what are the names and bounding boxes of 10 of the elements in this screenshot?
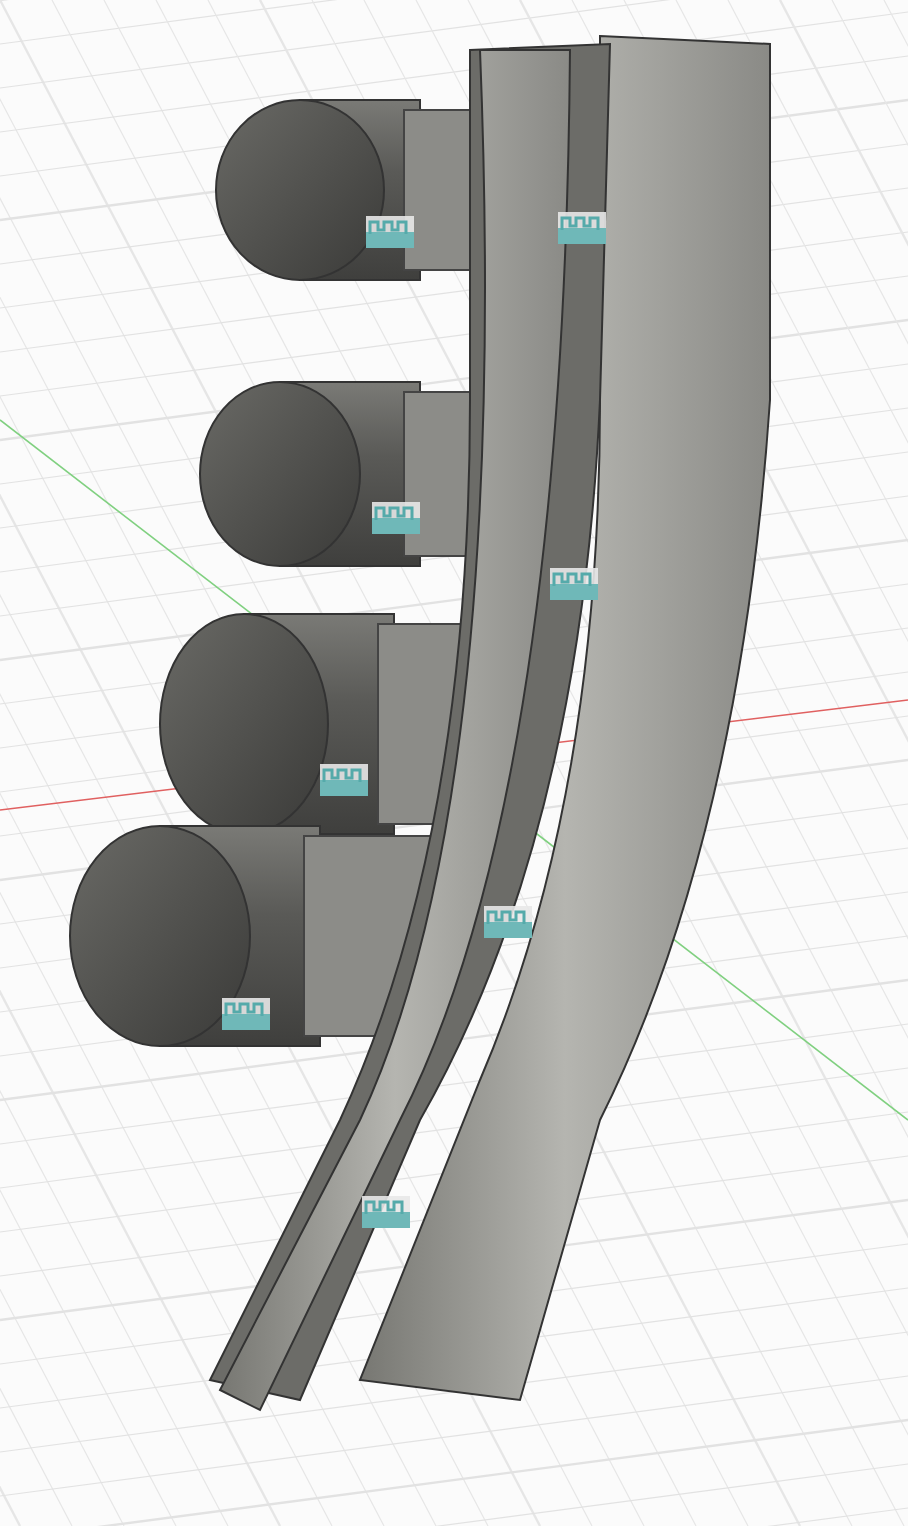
viewport-canvas[interactable] [0,0,908,1526]
joint-icon[interactable] [484,906,532,938]
joint-icon[interactable] [550,568,598,600]
joint-icon[interactable] [222,998,270,1030]
joint-icon[interactable] [320,764,368,796]
joint-icon[interactable] [558,212,606,244]
model-drawing[interactable] [69,35,771,1411]
joint-icon[interactable] [372,502,420,534]
joint-icon[interactable] [366,216,414,248]
joint-icon[interactable] [362,1196,410,1228]
